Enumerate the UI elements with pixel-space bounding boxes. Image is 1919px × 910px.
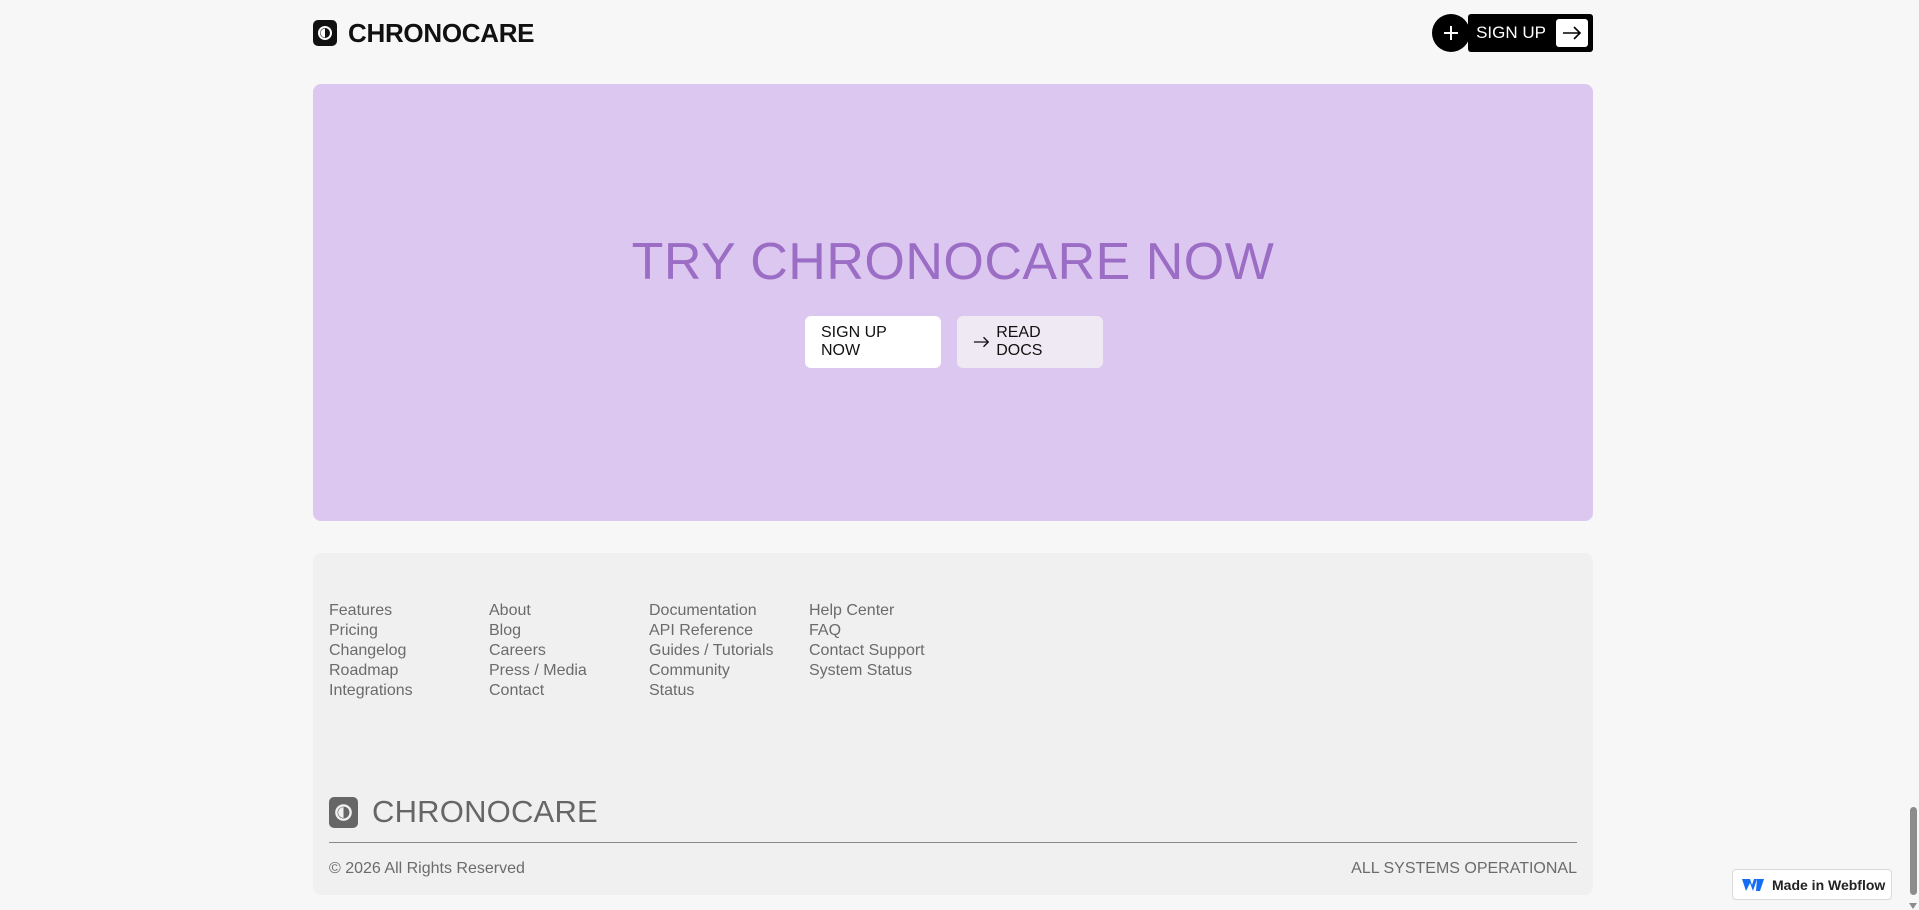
footer-column-resources: Documentation API Reference Guides / Tut… <box>649 601 809 701</box>
page-scrollbar[interactable] <box>1907 0 1919 910</box>
footer-link-faq[interactable]: FAQ <box>809 621 969 641</box>
footer-link-features[interactable]: Features <box>329 601 489 621</box>
plus-icon <box>1444 26 1459 40</box>
arrow-right-icon <box>1556 19 1588 47</box>
footer-column-company: About Blog Careers Press / Media Contact <box>489 601 649 701</box>
signup-label: SIGN UP <box>1476 23 1546 42</box>
brand-link[interactable]: CHRONOCARE <box>313 17 535 49</box>
footer-brand[interactable]: CHRONOCARE <box>329 794 598 830</box>
clock-logo-icon <box>329 796 358 828</box>
footer-link-api-reference[interactable]: API Reference <box>649 621 809 641</box>
footer-link-system-status[interactable]: System Status <box>809 661 969 681</box>
footer-link-documentation[interactable]: Documentation <box>649 601 809 621</box>
signup-button[interactable]: SIGN UP <box>1468 14 1593 52</box>
copyright-text: © 2026 All Rights Reserved <box>329 860 525 877</box>
footer-link-contact-support[interactable]: Contact Support <box>809 641 969 661</box>
footer-link-press[interactable]: Press / Media <box>489 661 649 681</box>
footer-column-product: Features Pricing Changelog Roadmap Integ… <box>329 601 489 701</box>
footer-column-support: Help Center FAQ Contact Support System S… <box>809 601 969 701</box>
footer-columns: Features Pricing Changelog Roadmap Integ… <box>329 601 969 701</box>
clock-logo-icon <box>313 20 337 46</box>
plus-button[interactable] <box>1432 14 1471 52</box>
site-footer: Features Pricing Changelog Roadmap Integ… <box>313 553 1593 895</box>
signup-now-button[interactable]: SIGN UP NOW <box>805 316 941 368</box>
webflow-logo-icon <box>1742 878 1764 891</box>
footer-link-guides[interactable]: Guides / Tutorials <box>649 641 809 661</box>
footer-link-pricing[interactable]: Pricing <box>329 621 489 641</box>
footer-link-integrations[interactable]: Integrations <box>329 681 489 701</box>
footer-link-changelog[interactable]: Changelog <box>329 641 489 661</box>
footer-link-careers[interactable]: Careers <box>489 641 649 661</box>
read-docs-label: READ DOCS <box>996 324 1043 359</box>
scroll-down-icon[interactable] <box>1909 903 1917 909</box>
footer-link-about[interactable]: About <box>489 601 649 621</box>
arrow-right-icon <box>973 336 990 348</box>
footer-link-roadmap[interactable]: Roadmap <box>329 661 489 681</box>
brand-name: CHRONOCARE <box>348 17 535 48</box>
footer-link-help-center[interactable]: Help Center <box>809 601 969 621</box>
header-actions: SIGN UP <box>1432 14 1593 52</box>
read-docs-button[interactable]: READ DOCS <box>957 316 1103 368</box>
cta-title: TRY CHRONOCARE NOW <box>631 233 1275 291</box>
system-status-text: ALL SYSTEMS OPERATIONAL <box>1351 860 1577 877</box>
scrollbar-thumb[interactable] <box>1910 807 1917 895</box>
cta-section: TRY CHRONOCARE NOW SIGN UP NOW READ DOCS <box>313 84 1593 521</box>
footer-link-contact[interactable]: Contact <box>489 681 649 701</box>
cta-buttons: SIGN UP NOW READ DOCS <box>313 316 1593 368</box>
webflow-badge[interactable]: Made in Webflow <box>1732 869 1892 900</box>
footer-divider <box>329 842 1577 843</box>
site-header: CHRONOCARE SIGN UP <box>313 13 1593 53</box>
webflow-badge-label: Made in Webflow <box>1772 876 1886 893</box>
footer-link-community-status[interactable]: Community Status <box>649 661 779 701</box>
footer-link-blog[interactable]: Blog <box>489 621 649 641</box>
footer-brand-name: CHRONOCARE <box>372 794 598 829</box>
